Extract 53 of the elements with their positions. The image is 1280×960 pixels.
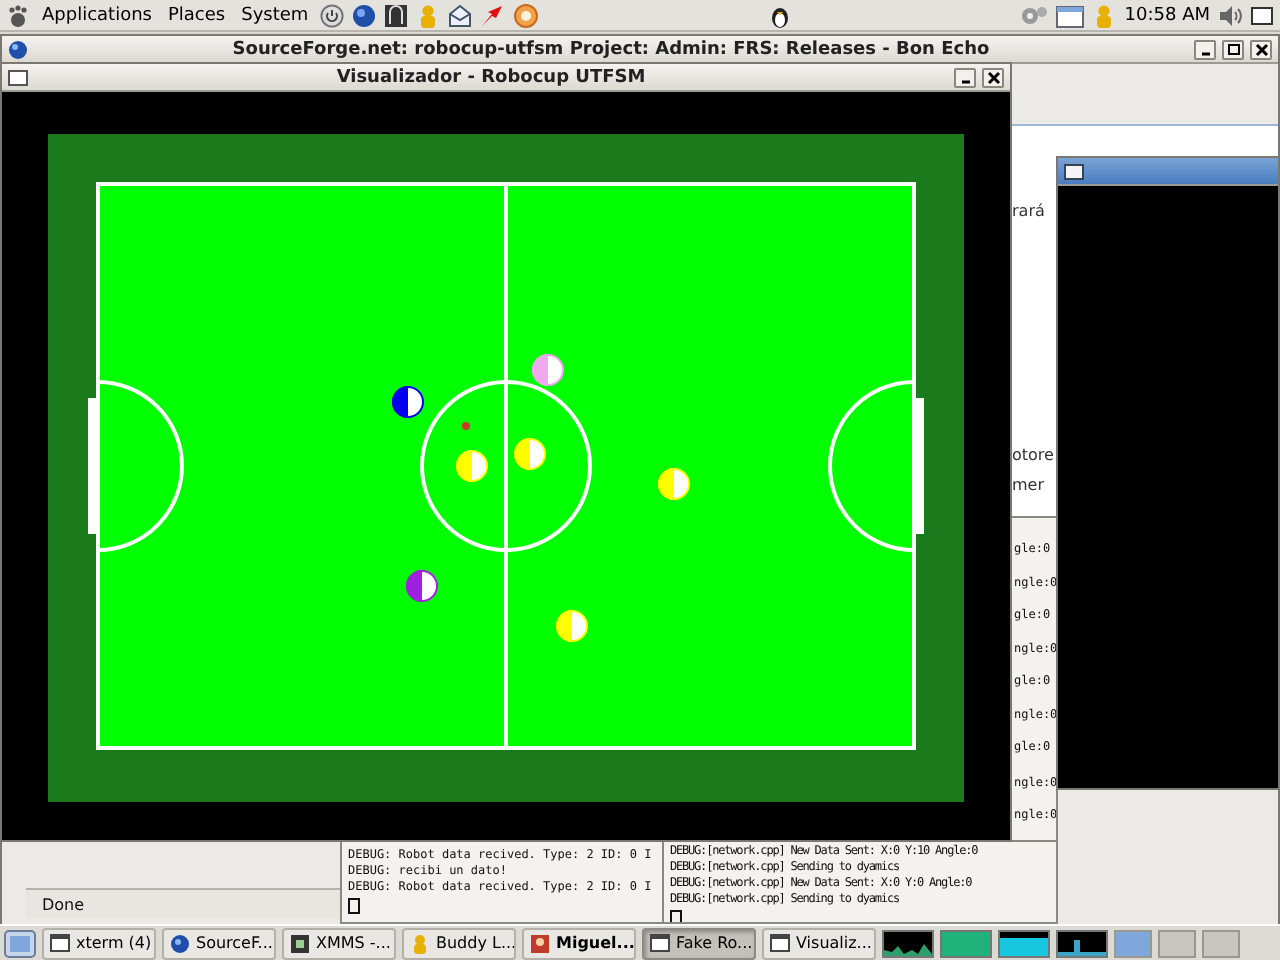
close-button[interactable] (1250, 39, 1272, 59)
foot-icon[interactable] (6, 3, 30, 27)
penguin-icon[interactable] (768, 3, 793, 27)
page-text: mer (1012, 476, 1047, 498)
window-title: Visualizador - Robocup UTFSM (334, 67, 648, 87)
window-icon[interactable] (1250, 3, 1274, 27)
menu-item[interactable]: System (237, 5, 313, 25)
taskbar-button[interactable]: XMMS -... (282, 927, 396, 959)
player-icon (290, 933, 310, 953)
circle-app-icon[interactable] (512, 3, 541, 27)
window-icon (770, 933, 790, 953)
minimize-button[interactable] (1194, 39, 1216, 59)
window-menu-icon (8, 69, 28, 85)
load-graph (1056, 929, 1108, 957)
network-graph (998, 929, 1050, 957)
window-icon (650, 933, 670, 953)
page-text: otore (1012, 446, 1056, 468)
taskbar-button[interactable]: Miguel... (522, 927, 636, 959)
show-desktop-icon[interactable] (4, 929, 36, 957)
status-text: Done (42, 895, 85, 913)
chat-icon (530, 933, 550, 953)
taskbar-button[interactable]: Buddy L... (402, 927, 516, 959)
close-icon (1253, 41, 1269, 57)
close-icon (985, 69, 1001, 85)
cpu-graph (882, 929, 934, 957)
maximize-icon (1225, 41, 1241, 57)
page-text: rará (1012, 202, 1047, 224)
person-icon (410, 933, 430, 953)
menu-item[interactable]: Applications (38, 5, 156, 25)
minimize-button[interactable] (954, 67, 976, 87)
mail-icon[interactable] (448, 3, 473, 27)
taskbar-button[interactable]: xterm (4) (42, 927, 156, 959)
taskbar-button[interactable]: SourceF... (162, 927, 276, 959)
globe-icon (8, 39, 28, 59)
close-button[interactable] (982, 67, 1004, 87)
power-icon[interactable] (320, 3, 345, 27)
taskbar-button[interactable]: Fake Ro... (642, 927, 756, 959)
globe-icon (170, 933, 190, 953)
clock[interactable]: 10:58 AM (1124, 5, 1210, 25)
volume-icon[interactable] (1218, 3, 1242, 27)
menu-item[interactable]: Places (163, 5, 230, 25)
memory-graph (940, 929, 992, 957)
arrow-icon[interactable] (480, 3, 505, 27)
window-list-icon[interactable] (1056, 3, 1085, 27)
maximize-button[interactable] (1222, 39, 1244, 59)
taskbar-button[interactable]: Visualiz... (762, 927, 876, 959)
terminal-cursor (348, 898, 360, 914)
globe-icon[interactable] (352, 3, 377, 27)
ball (462, 422, 470, 430)
window-menu-icon (1064, 163, 1084, 179)
window-icon (50, 933, 70, 953)
window-title: SourceForge.net: robocup-utfsm Project: Admin: FRS: Releases - Bon Echo (230, 39, 992, 59)
app-icon[interactable] (384, 3, 409, 27)
